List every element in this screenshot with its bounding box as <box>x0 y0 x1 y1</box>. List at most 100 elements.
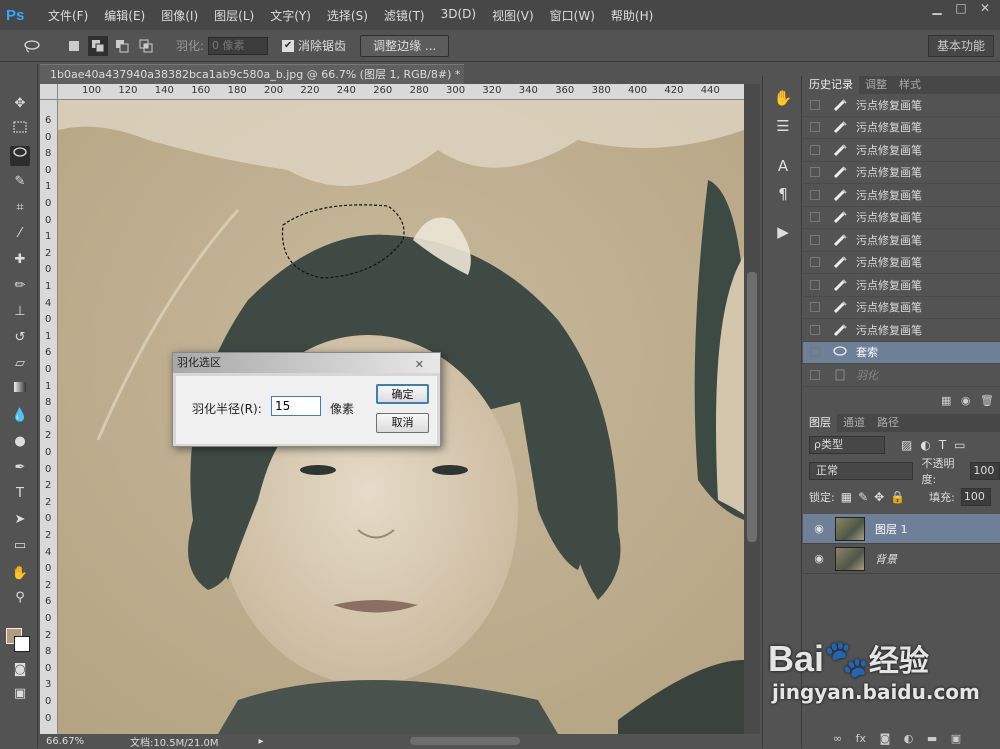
visibility-eye-icon[interactable]: ◉ <box>809 522 829 535</box>
menu-item[interactable]: 滤镜(T) <box>376 7 433 24</box>
history-brush-tool-icon[interactable]: ↺ <box>10 328 30 348</box>
history-source-checkbox[interactable] <box>810 324 820 335</box>
intersect-selection-icon[interactable] <box>136 36 156 56</box>
shape-tool-icon[interactable]: ▭ <box>10 536 30 556</box>
document-tab[interactable]: 1b0ae40a437940a38382bca1ab9c580a_b.jpg @… <box>40 64 464 101</box>
history-source-checkbox[interactable] <box>810 279 820 290</box>
lock-position-icon[interactable]: ✥ <box>874 490 884 504</box>
status-menu-arrow-icon[interactable]: ▸ <box>259 736 264 747</box>
menu-item[interactable]: 图层(L) <box>206 7 262 24</box>
history-source-checkbox[interactable] <box>810 302 820 313</box>
history-state[interactable]: 污点修复画笔 <box>803 139 1000 162</box>
history-panel-icon[interactable]: ✋ <box>773 88 793 108</box>
new-selection-icon[interactable] <box>64 36 84 56</box>
visibility-eye-icon[interactable]: ◉ <box>809 552 829 565</box>
screen-mode-icon[interactable]: ▣ <box>10 684 30 704</box>
dialog-title-bar[interactable]: 羽化选区 ✕ <box>173 353 440 373</box>
new-snapshot-icon[interactable]: ◉ <box>961 394 971 407</box>
vertical-scrollbar[interactable] <box>744 84 760 734</box>
type-tool-icon[interactable]: T <box>10 484 30 504</box>
history-source-checkbox[interactable] <box>810 122 820 133</box>
history-state[interactable]: 污点修复画笔 <box>803 94 1000 117</box>
refine-edge-button[interactable]: 调整边缘 ... <box>360 34 450 57</box>
feather-radius-input[interactable]: 15 <box>271 396 321 416</box>
history-source-checkbox[interactable] <box>810 167 820 178</box>
new-layer-icon[interactable]: ▣ <box>951 732 961 745</box>
filter-shape-icon[interactable]: ▭ <box>954 438 965 452</box>
layer-row[interactable]: ◉ 图层 1 <box>803 514 1000 544</box>
eraser-tool-icon[interactable]: ▱ <box>10 354 30 374</box>
workspace-switcher[interactable]: 基本功能 <box>927 35 994 57</box>
horizontal-scroll-thumb[interactable] <box>410 737 520 745</box>
lasso-tool-preset-icon[interactable] <box>22 36 42 56</box>
ok-button[interactable]: 确定 <box>376 384 429 404</box>
menu-item[interactable]: 帮助(H) <box>603 7 661 24</box>
history-source-checkbox[interactable] <box>810 347 820 358</box>
filter-adjustment-icon[interactable]: ◐ <box>920 438 930 452</box>
tab-paths[interactable]: 路径 <box>871 414 905 432</box>
vertical-scroll-thumb[interactable] <box>747 272 757 542</box>
history-state[interactable]: 羽化 <box>803 364 1000 387</box>
menu-item[interactable]: 文字(Y) <box>262 7 319 24</box>
history-source-checkbox[interactable] <box>810 99 820 110</box>
layer-style-icon[interactable]: fx <box>856 732 866 745</box>
blur-tool-icon[interactable]: 💧 <box>10 406 30 426</box>
blend-mode-select[interactable]: 正常 <box>809 462 914 480</box>
quick-selection-tool-icon[interactable]: ✎ <box>10 172 30 192</box>
zoom-tool-icon[interactable]: ⚲ <box>10 588 30 608</box>
history-state[interactable]: 污点修复画笔 <box>803 162 1000 184</box>
tab-styles[interactable]: 样式 <box>893 76 927 94</box>
history-source-checkbox[interactable] <box>810 369 820 380</box>
dialog-close-icon[interactable]: ✕ <box>415 355 424 375</box>
history-state[interactable]: 污点修复画笔 <box>803 117 1000 139</box>
tab-layers[interactable]: 图层 <box>803 414 837 432</box>
tab-history[interactable]: 历史记录 <box>803 76 859 94</box>
menu-item[interactable]: 视图(V) <box>484 7 542 24</box>
path-selection-tool-icon[interactable]: ➤ <box>10 510 30 530</box>
history-source-checkbox[interactable] <box>810 189 820 200</box>
history-state[interactable]: 污点修复画笔 <box>803 319 1000 342</box>
gradient-tool-icon[interactable] <box>10 380 30 400</box>
history-state[interactable]: 污点修复画笔 <box>803 297 1000 319</box>
marquee-tool-icon[interactable] <box>10 120 30 140</box>
zoom-level[interactable]: 66.67% <box>46 736 106 747</box>
pen-tool-icon[interactable]: ✒ <box>10 458 30 478</box>
filter-type-icon[interactable]: T <box>939 438 946 452</box>
hand-tool-icon[interactable]: ✋ <box>10 564 30 584</box>
add-selection-icon[interactable] <box>88 35 108 56</box>
history-state[interactable]: 套索 <box>803 341 1000 364</box>
history-source-checkbox[interactable] <box>810 257 820 268</box>
crop-tool-icon[interactable]: ⌗ <box>10 198 30 218</box>
history-state[interactable]: 污点修复画笔 <box>803 229 1000 252</box>
lock-transparent-icon[interactable]: ▦ <box>841 490 852 504</box>
fill-input[interactable]: 100 <box>960 488 991 506</box>
minimize-button[interactable]: ▁ <box>926 0 948 18</box>
menu-item[interactable]: 文件(F) <box>40 7 96 24</box>
filter-pixel-icon[interactable]: ▨ <box>901 438 912 452</box>
menu-item[interactable]: 窗口(W) <box>542 7 603 24</box>
menu-item[interactable]: 编辑(E) <box>96 7 153 24</box>
history-source-checkbox[interactable] <box>810 212 820 223</box>
delete-state-icon[interactable]: 🗑 <box>980 394 994 407</box>
lock-image-icon[interactable]: ✎ <box>858 490 868 504</box>
actions-panel-icon[interactable]: ▶ <box>773 222 793 242</box>
lock-all-icon[interactable]: 🔒 <box>890 490 905 504</box>
new-document-from-state-icon[interactable]: ▦ <box>941 394 951 407</box>
brush-tool-icon[interactable]: ✏ <box>10 276 30 296</box>
cancel-button[interactable]: 取消 <box>376 413 429 433</box>
antialias-checkbox[interactable]: ✔ <box>282 39 295 52</box>
background-color-swatch[interactable] <box>14 636 30 652</box>
link-layers-icon[interactable]: ∞ <box>833 732 842 745</box>
layer-filter-select[interactable]: ρ类型 <box>809 436 885 454</box>
history-state[interactable]: 污点修复画笔 <box>803 184 1000 207</box>
properties-panel-icon[interactable]: ☰ <box>773 116 793 136</box>
dodge-tool-icon[interactable]: ● <box>10 432 30 452</box>
history-source-checkbox[interactable] <box>810 234 820 245</box>
eyedropper-tool-icon[interactable]: ⁄ <box>10 224 30 244</box>
clone-stamp-tool-icon[interactable]: ⊥ <box>10 302 30 322</box>
menu-item[interactable]: 图像(I) <box>153 7 206 24</box>
quick-mask-icon[interactable]: ◙ <box>10 660 30 680</box>
history-state[interactable]: 污点修复画笔 <box>803 274 1000 297</box>
subtract-selection-icon[interactable] <box>112 36 132 56</box>
adjustment-layer-icon[interactable]: ◐ <box>904 732 914 745</box>
